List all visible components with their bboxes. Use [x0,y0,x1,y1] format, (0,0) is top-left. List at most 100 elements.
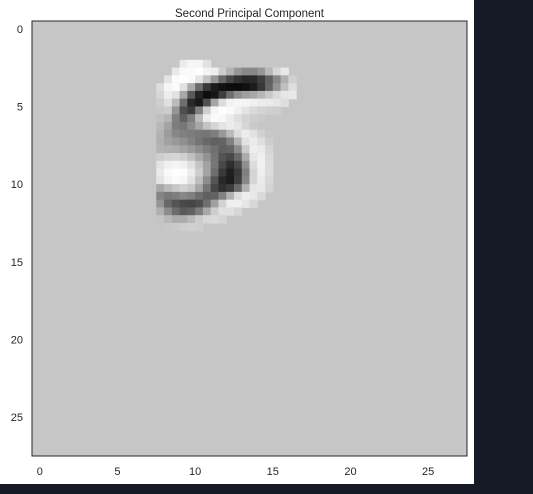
heatmap-cell [156,137,165,146]
heatmap-cell [164,215,173,224]
heatmap-cell [179,168,188,177]
heatmap-cell [195,75,204,84]
heatmap-cell [257,168,266,177]
heatmap-cell [195,98,204,108]
heatmap-cell [280,83,289,92]
heatmap-cell [202,153,212,162]
heatmap-cell [249,160,258,170]
heatmap-cell [288,75,297,84]
heatmap-cell [233,106,243,115]
heatmap-cell [233,114,243,123]
heatmap-cell [187,83,196,92]
heatmap-cell [179,106,188,115]
heatmap-cell [210,90,220,100]
heatmap-cell [233,67,243,76]
heatmap-cell [265,75,274,84]
heatmap-cell [187,67,196,76]
heatmap-cell [179,83,188,92]
heatmap-cell [187,207,196,216]
heatmap-cell [187,199,196,209]
heatmap-cell [179,129,188,139]
heatmap-cell [241,191,251,201]
heatmap-cell [241,90,251,100]
heatmap-cell [233,83,243,92]
heatmap-cell [226,176,235,185]
heatmap-cell [179,98,188,108]
heatmap-cell [210,106,220,115]
heatmap-cell [265,83,274,92]
heatmap-cell [280,75,289,84]
heatmap-cell [233,191,243,201]
heatmap-cell [156,129,165,139]
heatmap-cell [210,114,220,123]
heatmap-cell [272,75,282,84]
heatmap-cell [218,98,227,108]
heatmap-cell [195,176,204,185]
heatmap-cell [171,160,181,170]
heatmap-cell [187,160,196,170]
heatmap-cell [179,59,188,69]
heatmap-cell [218,106,227,115]
heatmap-cell [164,129,173,139]
heatmap-cell [226,67,235,76]
heatmap-cell [226,207,235,216]
heatmap-cell [241,75,251,84]
heatmap-cell [164,222,173,232]
heatmap-cell [241,83,251,92]
heatmap-cell [233,168,243,177]
heatmap-cell [164,191,173,201]
heatmap-cell [187,121,196,131]
heatmap-cell [179,160,188,170]
heatmap-cell [187,137,196,146]
heatmap-cell [187,215,196,224]
heatmap-cell [202,145,212,154]
heatmap-cell [179,184,188,193]
heatmap-cell [257,184,266,193]
heatmap-cell [202,83,212,92]
heatmap-cell [179,199,188,209]
heatmap-cell [210,184,220,193]
x-tick-label: 0 [37,466,43,478]
heatmap-cell [171,121,181,131]
heatmap-cell [265,106,274,115]
heatmap-cell [195,121,204,131]
heatmap-cell [233,98,243,108]
heatmap-cell [241,67,251,76]
heatmap-cell [265,129,274,139]
heatmap-cell [164,83,173,92]
heatmap-cell [218,121,227,131]
heatmap-cell [179,145,188,154]
heatmap-cell [257,129,266,139]
heatmap-cell [272,106,282,115]
heatmap-cell [249,106,258,115]
heatmap-cell [218,75,227,84]
heatmap-cell [226,98,235,108]
heatmap-cell [233,176,243,185]
heatmap-cell [218,176,227,185]
heatmap-cell [226,75,235,84]
heatmap-cell [265,90,274,100]
heatmap-cell [218,168,227,177]
heatmap-cell [210,67,220,76]
heatmap-cell [195,222,204,232]
heatmap-cell [195,145,204,154]
x-tick-label: 15 [267,466,279,478]
heatmap-cell [164,106,173,115]
heatmap-cell [210,83,220,92]
heatmap-cell [265,145,274,154]
heatmap-cell [226,153,235,162]
heatmap-cell [187,145,196,154]
heatmap-cell [233,199,243,209]
heatmap-cell [249,145,258,154]
heatmap-cell [249,121,258,131]
heatmap-cell [164,98,173,108]
heatmap-cell [241,199,251,209]
heatmap-cell [210,137,220,146]
heatmap-cell [156,207,165,216]
heatmap-cell [171,98,181,108]
heatmap-cell [218,90,227,100]
heatmap-cell [210,199,220,209]
heatmap-cell [233,129,243,139]
heatmap-cell [164,199,173,209]
heatmap-cell [187,114,196,123]
